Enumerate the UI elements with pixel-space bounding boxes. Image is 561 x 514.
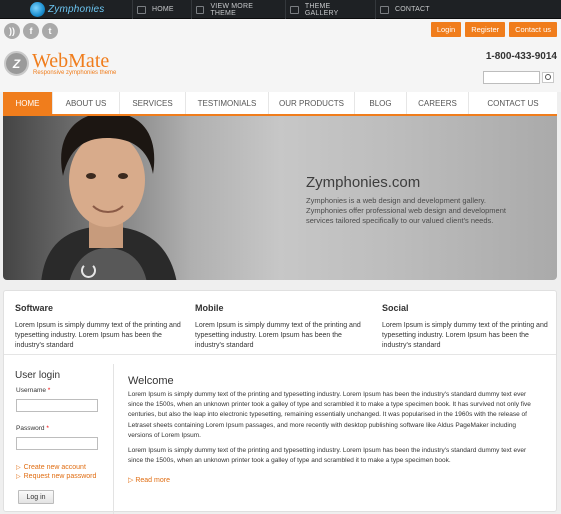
- gallery-icon: [290, 5, 299, 14]
- twitter-icon[interactable]: t: [42, 23, 58, 39]
- feature-social: Social Lorem Ipsum is simply dummy text …: [382, 303, 550, 351]
- username-field[interactable]: [16, 399, 98, 412]
- content-area: Software Lorem Ipsum is simply dummy tex…: [3, 290, 557, 514]
- zymphonies-globe-icon: [30, 2, 45, 17]
- feature-text: Lorem Ipsum is simply dummy text of the …: [195, 322, 361, 349]
- zymphonies-brand-text: Zymphonies: [48, 4, 105, 15]
- welcome-section: Welcome Lorem Ipsum is simply dummy text…: [128, 375, 540, 484]
- site-logo[interactable]: Z WebMate Responsive zymphonies theme: [4, 51, 116, 76]
- nav-services[interactable]: SERVICES: [120, 92, 186, 114]
- top-nav-home[interactable]: HOME: [132, 0, 191, 19]
- top-nav-view-more-theme[interactable]: VIEW MORE THEME: [191, 0, 285, 19]
- arrow-icon: ▷: [16, 465, 21, 471]
- search-icon[interactable]: [542, 72, 554, 83]
- create-account-link[interactable]: ▷ Create new account: [16, 464, 113, 471]
- rss-icon[interactable]: )): [4, 23, 20, 39]
- login-title: User login: [15, 370, 61, 381]
- nav-about-us[interactable]: ABOUT US: [53, 92, 120, 114]
- hero-title: Zymphonies.com: [306, 174, 421, 191]
- contact-us-button[interactable]: Contact us: [509, 22, 557, 37]
- username-label: Username *: [16, 387, 51, 394]
- register-button[interactable]: Register: [465, 22, 506, 37]
- site-name: WebMate: [32, 49, 110, 72]
- hero-text: Zymphonies is a web design and developme…: [306, 196, 506, 225]
- password-label: Password *: [16, 425, 49, 432]
- feature-title: Software: [15, 303, 54, 313]
- nav-home[interactable]: HOME: [3, 92, 53, 114]
- nav-careers[interactable]: CAREERS: [407, 92, 469, 114]
- arrow-icon: ▷: [16, 474, 21, 480]
- feature-mobile: Mobile Lorem Ipsum is simply dummy text …: [195, 303, 363, 351]
- request-password-link[interactable]: ▷ Request new password: [16, 473, 113, 480]
- theme-icon: [196, 5, 205, 14]
- account-buttons: Login Register Contact us: [430, 22, 557, 37]
- top-bar: Zymphonies HOME VIEW MORE THEME THEME GA…: [0, 0, 561, 19]
- nav-contact-us[interactable]: CONTACT US: [469, 92, 557, 114]
- top-nav: HOME VIEW MORE THEME THEME GALLERY CONTA…: [132, 0, 443, 19]
- main-nav: HOME ABOUT US SERVICES TESTIMONIALS OUR …: [3, 92, 557, 116]
- welcome-paragraph: Lorem Ipsum is simply dummy text of the …: [128, 447, 527, 465]
- welcome-title: Welcome: [128, 375, 174, 387]
- nav-blog[interactable]: BLOG: [355, 92, 407, 114]
- feature-title: Mobile: [195, 303, 224, 313]
- feature-software: Software Lorem Ipsum is simply dummy tex…: [15, 303, 183, 351]
- home-icon: [137, 5, 146, 14]
- webmate-logo-icon: Z: [4, 51, 29, 76]
- login-button[interactable]: Login: [430, 22, 462, 37]
- phone-number: 1-800-433-9014: [485, 51, 557, 62]
- top-nav-contact[interactable]: CONTACT: [375, 0, 443, 19]
- hero-slider[interactable]: Zymphonies.com Zymphonies is a web desig…: [3, 116, 557, 280]
- read-more-link[interactable]: ▷ Read more: [128, 476, 540, 484]
- contact-icon: [380, 5, 389, 14]
- search-input[interactable]: [483, 71, 540, 84]
- facebook-icon[interactable]: f: [23, 23, 39, 39]
- feature-title: Social: [382, 303, 409, 313]
- nav-our-products[interactable]: OUR PRODUCTS: [269, 92, 355, 114]
- section-divider: [4, 354, 556, 355]
- top-nav-theme-gallery[interactable]: THEME GALLERY: [285, 0, 375, 19]
- site-tagline: Responsive zymphonies theme: [33, 69, 117, 76]
- password-field[interactable]: [16, 437, 98, 450]
- slider-loading-icon: [81, 263, 96, 278]
- hero-portrait-image: [41, 116, 177, 280]
- login-submit-button[interactable]: Log in: [18, 490, 54, 504]
- welcome-paragraph: Lorem Ipsum is simply dummy text of the …: [128, 391, 531, 439]
- arrow-icon: ▷: [128, 477, 134, 485]
- social-icons: )) f t: [4, 23, 58, 39]
- user-login-block: User login Username * Password * ▷ Create…: [7, 364, 114, 514]
- feature-text: Lorem Ipsum is simply dummy text of the …: [382, 322, 548, 349]
- nav-testimonials[interactable]: TESTIMONIALS: [186, 92, 269, 114]
- zymphonies-logo[interactable]: Zymphonies: [30, 1, 104, 18]
- feature-text: Lorem Ipsum is simply dummy text of the …: [15, 322, 181, 349]
